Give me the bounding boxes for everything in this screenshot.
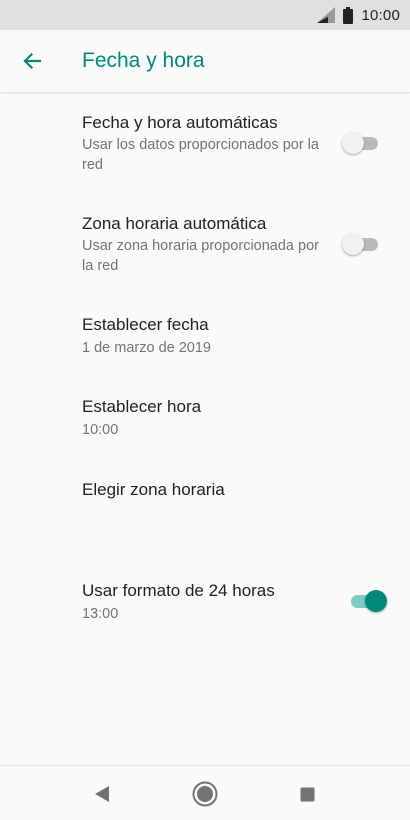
setting-title: Elegir zona horaria [82, 480, 225, 499]
24-hour-format-switch[interactable] [349, 590, 389, 612]
app-bar: Fecha y hora [0, 30, 410, 93]
setting-summary: Usar los datos proporcionados por la red [82, 137, 319, 173]
status-icons: 10:00 [317, 0, 400, 30]
navigation-bar [0, 765, 410, 820]
setting-summary: Usar zona horaria proporcionada por la r… [82, 238, 319, 274]
setting-title: Establecer hora [82, 397, 202, 416]
setting-title: Fecha y hora automáticas [82, 113, 278, 132]
switch-thumb [342, 233, 364, 255]
setting-title: Establecer fecha [82, 315, 209, 334]
setting-automatic-date-time[interactable]: Fecha y hora automáticas Usar los datos … [0, 100, 410, 190]
arrow-back-icon [23, 52, 42, 70]
status-bar: 10:00 [0, 0, 410, 30]
setting-automatic-time-zone[interactable]: Zona horaria automática Usar zona horari… [0, 201, 410, 291]
setting-24-hour-format[interactable]: Usar formato de 24 horas 13:00 [0, 570, 410, 640]
setting-title: Usar formato de 24 horas [82, 581, 275, 600]
back-triangle-icon [95, 786, 109, 802]
nav-recents-button[interactable] [291, 778, 323, 810]
status-time: 10:00 [361, 6, 400, 24]
battery-icon [343, 6, 354, 24]
back-button[interactable] [14, 43, 50, 79]
setting-summary: 1 de marzo de 2019 [82, 340, 211, 356]
setting-summary: 10:00 [82, 422, 119, 438]
automatic-date-time-switch[interactable] [342, 132, 382, 154]
page-title: Fecha y hora [82, 49, 205, 72]
home-circle-icon [192, 781, 218, 807]
setting-title: Zona horaria automática [82, 214, 267, 233]
switch-thumb [342, 132, 364, 154]
setting-select-time-zone[interactable]: Elegir zona horaria [0, 468, 410, 538]
setting-set-time[interactable]: Establecer hora 10:00 [0, 385, 410, 455]
nav-back-button[interactable] [86, 778, 118, 810]
setting-summary: 13:00 [82, 606, 119, 622]
switch-thumb [365, 590, 387, 612]
screen: 10:00 Fecha y hora Fecha y hora automáti… [0, 0, 410, 820]
automatic-time-zone-switch[interactable] [342, 233, 382, 255]
nav-home-button[interactable] [189, 778, 221, 810]
signal-icon [317, 7, 336, 23]
setting-set-date[interactable]: Establecer fecha 1 de marzo de 2019 [0, 303, 410, 373]
recents-square-icon [300, 787, 314, 801]
